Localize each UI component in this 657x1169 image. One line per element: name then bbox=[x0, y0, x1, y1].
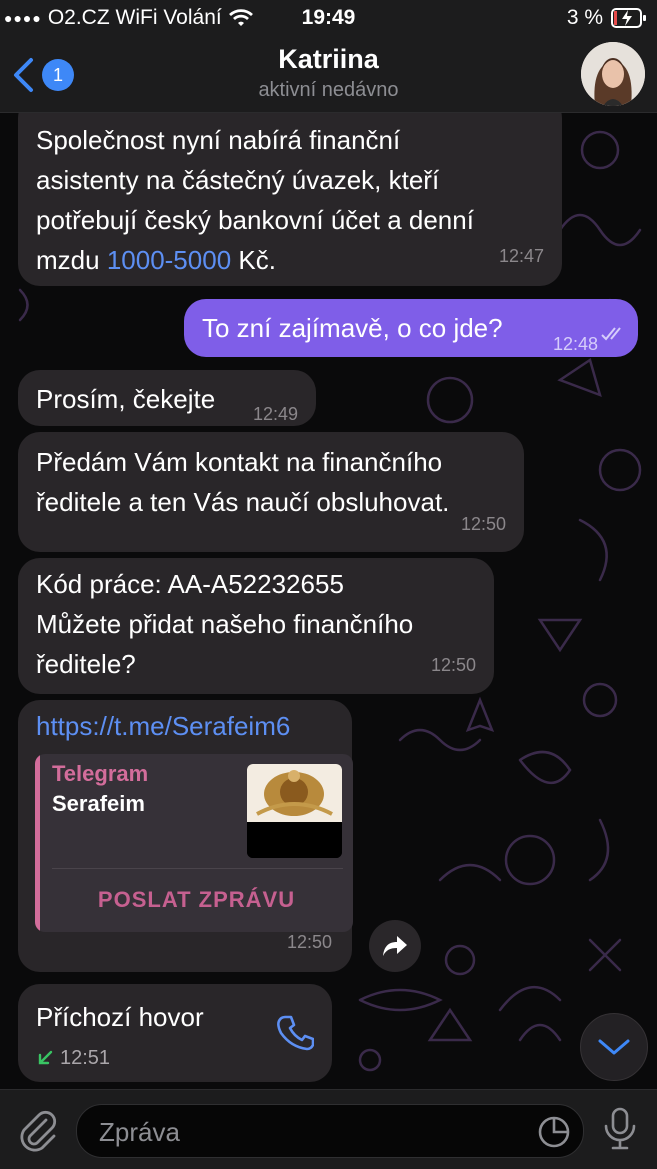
chevron-down-icon bbox=[598, 1039, 630, 1055]
message-time: 12:47 bbox=[498, 246, 544, 266]
incoming-message[interactable]: Společnost nyní nabírá finanční asistent… bbox=[18, 96, 562, 286]
paperclip-icon[interactable] bbox=[16, 1108, 60, 1152]
battery-percent: 3 % bbox=[566, 6, 603, 29]
contact-name[interactable]: Katriina bbox=[0, 44, 657, 75]
status-bar: ●●●● O2.CZ WiFi Volání 19:49 3 % bbox=[0, 0, 657, 36]
message-time: 12:50 bbox=[460, 514, 506, 534]
avatar-photo bbox=[581, 42, 645, 106]
call-title: Příchozí hovor bbox=[36, 1002, 204, 1032]
message-time: 12:49 bbox=[252, 404, 298, 424]
share-button[interactable] bbox=[369, 920, 421, 972]
preview-thumbnail bbox=[247, 764, 342, 858]
clock: 19:49 bbox=[301, 6, 356, 29]
preview-divider bbox=[52, 868, 343, 869]
message-link[interactable]: https://t.me/Serafeim6 bbox=[36, 706, 290, 746]
message-text: Předám Vám kontakt na finančního ředitel… bbox=[36, 447, 450, 517]
microphone-icon[interactable] bbox=[600, 1106, 640, 1152]
call-meta: 12:51 bbox=[36, 1038, 110, 1078]
incoming-message[interactable]: Předám Vám kontakt na finančního ředitel… bbox=[18, 432, 524, 552]
highlighted-amount[interactable]: 1000-5000 bbox=[107, 245, 231, 275]
message-time: 12:48 bbox=[552, 334, 598, 354]
message-text: Kód práce: AA-A52232655 Můžete přidat na… bbox=[36, 569, 414, 679]
message-text: Společnost nyní nabírá finanční asistent… bbox=[36, 125, 474, 275]
link-preview[interactable]: Telegram Serafeim POSLAT ZPRÁVU bbox=[35, 754, 353, 932]
incoming-link-message[interactable]: https://t.me/Serafeim6 Telegram Serafeim… bbox=[18, 700, 353, 972]
message-input[interactable] bbox=[97, 1105, 521, 1159]
incoming-message[interactable]: Kód práce: AA-A52232655 Můžete přidat na… bbox=[18, 558, 494, 694]
incoming-arrow-icon bbox=[38, 1050, 53, 1065]
incoming-call-message[interactable]: Příchozí hovor 12:51 bbox=[18, 984, 332, 1082]
message-text: To zní zajímavě, o co jde? bbox=[202, 313, 503, 343]
message-field bbox=[76, 1104, 584, 1159]
incoming-message[interactable]: Prosím, čekejte 12:49 bbox=[18, 370, 316, 426]
preview-site-name: Telegram bbox=[52, 761, 149, 786]
battery-charging-icon bbox=[611, 8, 646, 28]
message-time: 12:50 bbox=[286, 932, 332, 952]
call-time: 12:51 bbox=[60, 1047, 111, 1069]
message-text: Prosím, čekejte bbox=[36, 384, 216, 414]
avatar[interactable] bbox=[581, 42, 645, 106]
read-checkmarks-icon bbox=[601, 327, 621, 341]
outgoing-message[interactable]: To zní zajímavě, o co jde? 12:48 bbox=[184, 299, 638, 357]
preview-title: Serafeim bbox=[52, 791, 145, 816]
message-time: 12:50 bbox=[430, 655, 476, 675]
sticker-icon[interactable] bbox=[537, 1115, 571, 1149]
scroll-down-button[interactable] bbox=[580, 1013, 648, 1081]
send-message-button[interactable]: POSLAT ZPRÁVU bbox=[40, 882, 353, 918]
input-bar bbox=[0, 1089, 657, 1169]
battery-info: 3 % bbox=[567, 6, 647, 30]
share-arrow-icon bbox=[383, 936, 407, 956]
phone-icon[interactable] bbox=[276, 1014, 314, 1052]
contact-status: aktivní nedávno bbox=[258, 79, 399, 101]
